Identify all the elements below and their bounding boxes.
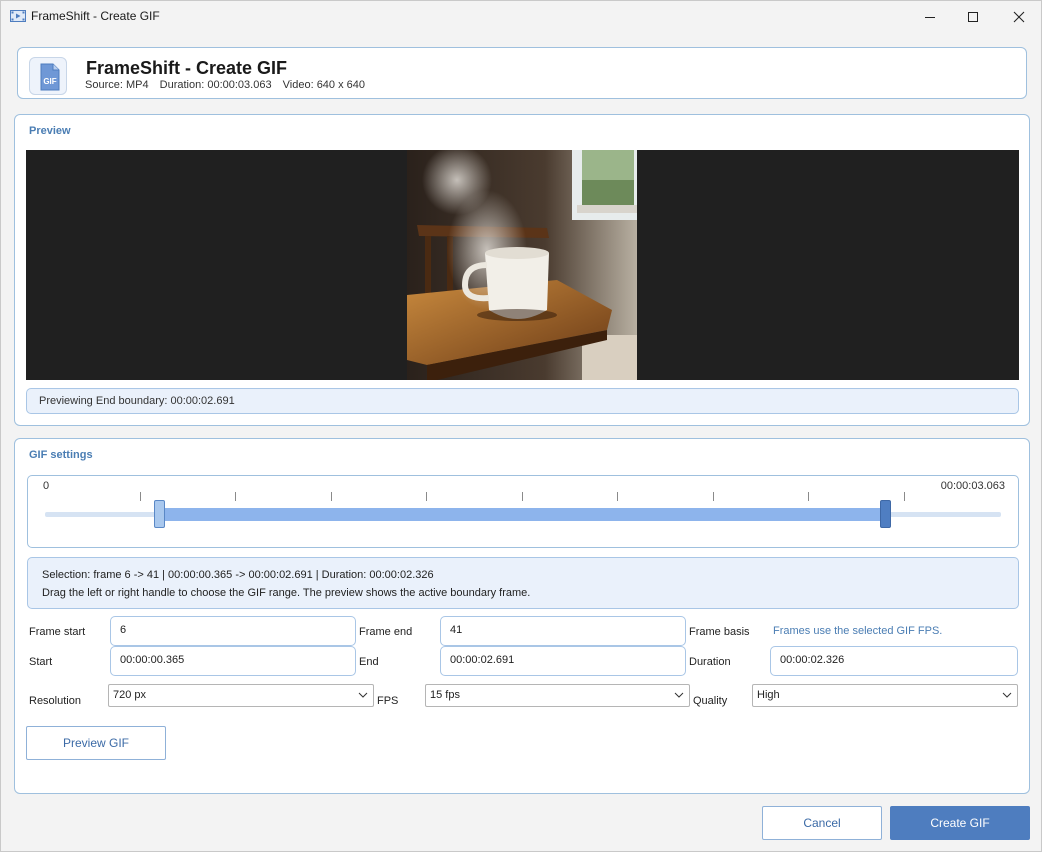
frame-basis-hint: Frames use the selected GIF FPS. bbox=[773, 625, 943, 637]
app-window: FrameShift - Create GIF GIF FrameShift -… bbox=[0, 0, 1042, 852]
range-timeline[interactable]: 0 00:00:03.063 bbox=[27, 475, 1019, 548]
start-label: Start bbox=[29, 656, 53, 668]
maximize-icon bbox=[968, 11, 978, 22]
video-size-info: Video: 640 x 640 bbox=[282, 79, 366, 91]
preview-canvas bbox=[26, 150, 1019, 380]
header-card: GIF FrameShift - Create GIF Source: MP4 … bbox=[17, 47, 1027, 99]
page-title: FrameShift - Create GIF bbox=[86, 58, 288, 78]
timeline-start-label: 0 bbox=[43, 480, 50, 492]
frame-start-label: Frame start bbox=[29, 626, 86, 638]
frame-end-input[interactable]: 41 bbox=[440, 616, 686, 646]
range-end-handle[interactable] bbox=[880, 500, 892, 528]
timeline-tick bbox=[522, 492, 523, 501]
frame-basis-label: Frame basis bbox=[689, 626, 750, 638]
selected-range bbox=[158, 508, 886, 521]
quality-label: Quality bbox=[693, 695, 728, 707]
selection-help: Drag the left or right handle to choose … bbox=[42, 587, 531, 599]
window-title: FrameShift - Create GIF bbox=[31, 9, 160, 23]
timeline-tick bbox=[617, 492, 618, 501]
fps-label: FPS bbox=[377, 695, 399, 707]
gif-settings-title: GIF settings bbox=[29, 449, 93, 461]
duration-input[interactable]: 00:00:02.326 bbox=[770, 646, 1018, 676]
end-time-input[interactable]: 00:00:02.691 bbox=[440, 646, 686, 676]
preview-status: Previewing End boundary: 00:00:02.691 bbox=[26, 388, 1019, 414]
preview-gif-button[interactable]: Preview GIF bbox=[26, 726, 166, 760]
cancel-button[interactable]: Cancel bbox=[762, 806, 882, 840]
resolution-value: 720 px bbox=[113, 689, 147, 701]
range-start-handle[interactable] bbox=[153, 500, 165, 528]
quality-value: High bbox=[757, 689, 780, 701]
title-bar: FrameShift - Create GIF bbox=[1, 1, 1041, 32]
close-icon bbox=[1013, 11, 1025, 22]
minimize-icon bbox=[925, 16, 935, 18]
chevron-down-icon bbox=[674, 692, 684, 698]
end-label: End bbox=[359, 656, 379, 668]
preview-frame-image bbox=[407, 150, 637, 380]
duration-label: Duration bbox=[689, 656, 731, 668]
create-gif-button[interactable]: Create GIF bbox=[890, 806, 1030, 840]
start-time-input[interactable]: 00:00:00.365 bbox=[110, 646, 356, 676]
timeline-tick bbox=[331, 492, 332, 501]
preview-group-title: Preview bbox=[29, 125, 71, 137]
fps-value: 15 fps bbox=[430, 689, 460, 701]
chevron-down-icon bbox=[1002, 692, 1012, 698]
close-button[interactable] bbox=[996, 1, 1042, 32]
timeline-tick bbox=[808, 492, 809, 501]
duration-info: Duration: 00:00:03.063 bbox=[159, 79, 272, 91]
timeline-tick bbox=[904, 492, 905, 501]
timeline-tick bbox=[713, 492, 714, 501]
film-icon bbox=[10, 10, 26, 22]
svg-text:GIF: GIF bbox=[43, 77, 56, 86]
gif-settings-group: GIF settings 0 00:00:03.063 Selection: f… bbox=[14, 438, 1030, 794]
timeline-tick bbox=[426, 492, 427, 501]
frame-end-label: Frame end bbox=[359, 626, 413, 638]
selection-summary: Selection: frame 6 -> 41 | 00:00:00.365 … bbox=[42, 569, 434, 581]
quality-select[interactable]: High bbox=[752, 684, 1018, 707]
timeline-tick bbox=[235, 492, 236, 501]
resolution-label: Resolution bbox=[29, 695, 81, 707]
timeline-end-label: 00:00:03.063 bbox=[940, 480, 1005, 492]
maximize-button[interactable] bbox=[950, 1, 996, 32]
chevron-down-icon bbox=[358, 692, 368, 698]
frame-start-input[interactable]: 6 bbox=[110, 616, 356, 646]
gif-file-icon: GIF bbox=[29, 57, 67, 95]
minimize-button[interactable] bbox=[907, 1, 953, 32]
video-meta: Source: MP4 Duration: 00:00:03.063 Video… bbox=[85, 79, 373, 91]
preview-group: Preview Previewing End boundary: 00:00:0… bbox=[14, 114, 1030, 426]
timeline-tick bbox=[140, 492, 141, 501]
fps-select[interactable]: 15 fps bbox=[425, 684, 690, 707]
resolution-select[interactable]: 720 px bbox=[108, 684, 374, 707]
source-info: Source: MP4 bbox=[85, 79, 149, 91]
selection-info: Selection: frame 6 -> 41 | 00:00:00.365 … bbox=[27, 557, 1019, 609]
